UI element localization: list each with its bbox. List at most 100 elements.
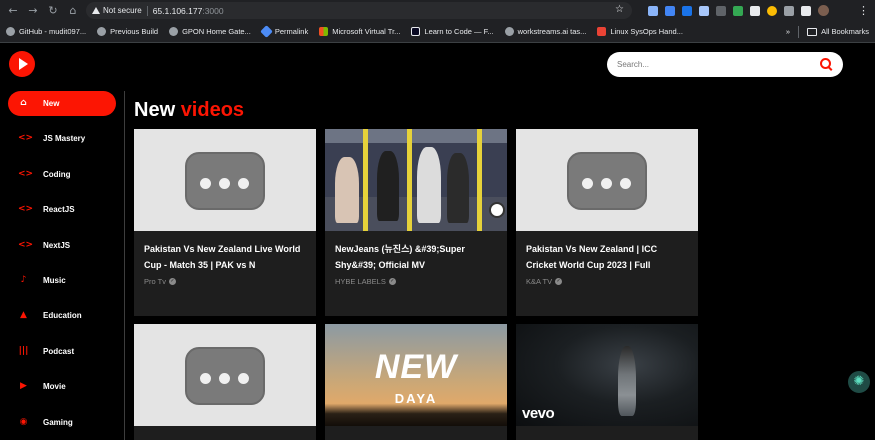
bookmark-item[interactable]: Learn to Code — F...	[411, 27, 494, 36]
sidebar-item-music[interactable]: ♪ Music	[8, 268, 116, 293]
sidebar-item-education[interactable]: ▲ Education	[8, 303, 116, 328]
search-icon[interactable]	[820, 58, 833, 71]
bookmark-item[interactable]: Linux SysOps Hand...	[597, 27, 683, 36]
channel-label: HYBE LABELS	[335, 277, 386, 286]
sidebar-item-new[interactable]: ⌂ New	[8, 91, 116, 116]
url-host: 65.1.106.177	[152, 5, 203, 16]
placeholder-video-icon	[185, 152, 265, 210]
video-thumbnail[interactable]	[325, 129, 507, 231]
sidebar-item-gaming[interactable]: ◉ Gaming	[8, 410, 116, 435]
video-thumbnail[interactable]	[516, 129, 698, 231]
profile-avatar[interactable]	[818, 5, 829, 16]
microsoft-icon	[319, 27, 329, 36]
video-thumbnail[interactable]	[134, 129, 316, 231]
sidebar-item-nextjs[interactable]: <> NextJS	[8, 233, 116, 258]
placeholder-dot	[238, 373, 249, 384]
code-icon: <>	[18, 133, 34, 144]
video-thumbnail[interactable]	[134, 324, 316, 426]
video-title[interactable]: Pakistan Vs New Zealand Live World Cup -…	[144, 241, 306, 273]
sidebar-item-label: Podcast	[43, 346, 75, 356]
channel-name[interactable]: HYBE LABELS ✓	[335, 277, 497, 286]
sidebar-item-js-mastery[interactable]: <> JS Mastery	[8, 126, 116, 151]
thumb-figure	[335, 157, 359, 223]
video-card[interactable]	[134, 324, 316, 440]
player-control-icon[interactable]	[489, 202, 505, 218]
video-card[interactable]: Pakistan Vs New Zealand | ICC Cricket Wo…	[516, 129, 698, 316]
thumb-pole	[477, 129, 482, 231]
sidebar-item-label: Movie	[43, 382, 66, 392]
bookmark-item[interactable]: Previous Build	[97, 27, 158, 36]
video-thumbnail[interactable]: NEW DAYA	[325, 324, 507, 426]
bookmark-item[interactable]: GPON Home Gate...	[169, 27, 251, 36]
thumb-figure	[377, 151, 399, 221]
search-input[interactable]	[617, 60, 820, 69]
placeholder-video-icon	[185, 347, 265, 405]
more-menu-icon[interactable]: ⋮	[858, 4, 869, 17]
not-secure-label: Not secure	[103, 6, 142, 15]
bookmark-item[interactable]: workstreams.ai tas...	[504, 27, 587, 36]
address-bar[interactable]: Not secure 65.1.106.177:3000 ☆	[86, 2, 632, 19]
sidebar-item-label: ReactJS	[43, 205, 75, 215]
channel-label: Pro Tv	[144, 277, 166, 286]
extension-icon[interactable]	[648, 5, 658, 16]
all-bookmarks-button[interactable]: All Bookmarks	[807, 27, 869, 36]
bookmark-label: GPON Home Gate...	[182, 27, 251, 36]
side-panel-icon[interactable]	[801, 5, 811, 16]
video-card[interactable]: vevo	[516, 324, 698, 440]
bookmarks-divider	[798, 25, 800, 38]
video-title[interactable]: Pakistan Vs New Zealand | ICC Cricket Wo…	[526, 241, 688, 273]
extension-icon[interactable]	[733, 5, 743, 16]
bookmark-label: workstreams.ai tas...	[517, 27, 587, 36]
jira-icon	[259, 25, 273, 38]
video-thumbnail[interactable]: vevo	[516, 324, 698, 426]
sidebar-item-label: JS Mastery	[43, 134, 86, 144]
globe-icon	[504, 27, 514, 36]
sidebar-item-label: Music	[43, 275, 66, 285]
assistant-extension-icon[interactable]: ✺	[848, 371, 870, 393]
home-browser-icon[interactable]: ⌂	[66, 4, 80, 18]
not-secure-badge[interactable]: Not secure	[92, 6, 142, 15]
bookmarks-bar: GitHub - mudit097... Previous Build GPON…	[0, 21, 875, 43]
channel-name[interactable]: K&A TV ✓	[526, 277, 688, 286]
bookmark-item[interactable]: Microsoft Virtual Tr...	[319, 27, 400, 36]
extension-icon[interactable]	[750, 5, 760, 16]
placeholder-dot	[200, 373, 211, 384]
back-icon[interactable]: ←	[6, 4, 20, 18]
placeholder-dot	[238, 178, 249, 189]
bookmark-label: Linux SysOps Hand...	[610, 27, 683, 36]
video-card[interactable]: NEW DAYA	[325, 324, 507, 440]
video-title[interactable]: NewJeans (뉴진스) &#39;Super Shy&#39; Offic…	[335, 241, 497, 273]
more-bookmarks-button[interactable]: »	[786, 27, 790, 36]
sidebar-item-coding[interactable]: <> Coding	[8, 162, 116, 187]
extension-icon[interactable]	[682, 5, 692, 16]
sidebar-item-podcast[interactable]: ||| Podcast	[8, 339, 116, 364]
puzzle-icon[interactable]	[784, 5, 794, 16]
sidebar-item-movie[interactable]: ▶ Movie	[8, 374, 116, 399]
video-card[interactable]: Pakistan Vs New Zealand Live World Cup -…	[134, 129, 316, 316]
extension-icon[interactable]	[767, 5, 777, 16]
reload-icon[interactable]: ↻	[46, 4, 60, 18]
url-port: :3000	[202, 5, 224, 16]
logo-icon[interactable]	[9, 51, 35, 77]
feed-title-highlight: videos	[180, 99, 245, 121]
vevo-logo: vevo	[522, 405, 555, 422]
bookmark-item[interactable]: GitHub - mudit097...	[6, 27, 86, 36]
sidebar-item-label: Gaming	[43, 417, 73, 427]
video-card[interactable]: NewJeans (뉴진스) &#39;Super Shy&#39; Offic…	[325, 129, 507, 316]
bookmark-label: Permalink	[274, 27, 309, 36]
sidebar-item-label: Education	[43, 311, 82, 321]
extension-icon[interactable]	[665, 5, 675, 16]
sidebar-item-reactjs[interactable]: <> ReactJS	[8, 197, 116, 222]
thumb-pole	[407, 129, 412, 231]
forward-icon[interactable]: →	[26, 4, 40, 18]
warning-icon	[92, 7, 100, 14]
extension-icon[interactable]	[716, 5, 726, 16]
channel-name[interactable]: Pro Tv ✓	[144, 277, 306, 286]
extension-icon[interactable]	[699, 5, 709, 16]
podcast-icon: |||	[18, 345, 29, 356]
school-icon: ▲	[20, 310, 27, 321]
bookmark-label: Microsoft Virtual Tr...	[332, 27, 401, 36]
bookmark-item[interactable]: Permalink	[259, 25, 309, 38]
gamepad-icon: ◉	[19, 416, 28, 427]
bookmark-star-icon[interactable]: ☆	[615, 4, 624, 15]
